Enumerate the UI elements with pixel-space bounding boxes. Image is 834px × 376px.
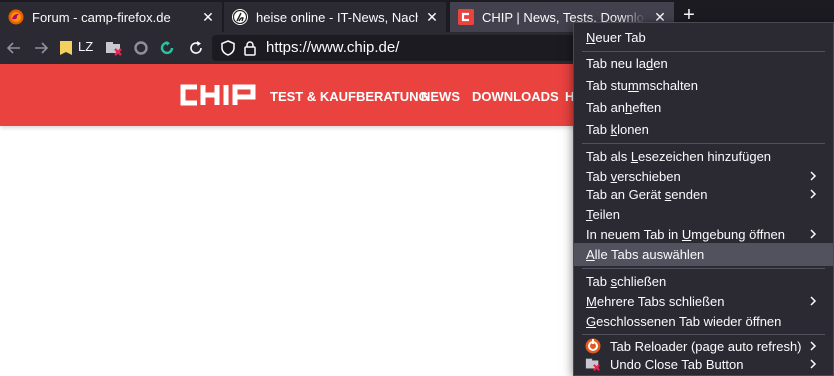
menu-item-share[interactable]: Teilen [574,204,833,224]
tab-title: heise online - IT-News, Nachrichten [256,9,418,25]
tab-reloader-icon [585,338,601,354]
extension-o-icon[interactable] [131,38,151,58]
tab-context-menu: Neuer Tab Tab neu laden Tab stummschalte… [573,22,834,376]
menu-item-close-tab[interactable]: Tab schließen [574,271,833,291]
menu-item-duplicate-tab[interactable]: Tab klonen [574,119,833,139]
chip-logo-icon [458,9,474,25]
bookmark-label[interactable]: LZ [78,39,93,54]
reload-button[interactable] [186,38,206,58]
close-icon[interactable]: ✕ [200,9,216,25]
menu-item-open-in-container[interactable]: In neuem Tab in Umgebung öffnen [574,224,833,244]
url-text[interactable]: https://www.chip.de/ [266,39,399,56]
chevron-right-icon [810,296,817,306]
heise-logo-icon [232,9,248,25]
chip-nav-news[interactable]: NEWS [421,89,460,104]
menu-item-tab-reloader[interactable]: Tab Reloader (page auto refresh) [574,336,833,356]
menu-separator [582,268,825,269]
close-icon[interactable]: ✕ [424,9,440,25]
menu-item-send-tab-to-device[interactable]: Tab an Gerät senden [574,184,833,204]
arrow-left-icon [6,42,20,54]
menu-separator [582,51,825,52]
menu-separator [582,334,825,335]
back-button[interactable] [4,38,24,58]
reload-icon [190,41,202,54]
chip-nav-test-kaufberatung[interactable]: TEST & KAUFBERATUNG [270,89,429,104]
chip-logo[interactable] [180,84,258,106]
menu-separator [582,143,825,144]
menu-item-move-tab[interactable]: Tab verschieben [574,166,833,186]
bookmark-folder-icon[interactable] [58,38,74,58]
menu-item-undo-close-tab-button[interactable]: Undo Close Tab Button [574,354,833,374]
shield-icon[interactable] [218,38,238,58]
menu-item-new-tab[interactable]: Neuer Tab [574,27,833,47]
tab-camp-firefox[interactable]: Forum - camp-firefox.de ✕ [0,2,222,32]
menu-item-select-all-tabs[interactable]: Alle Tabs auswählen [574,243,833,266]
chevron-right-icon [810,189,817,199]
green-refresh-icon[interactable] [157,38,177,58]
firefox-logo-icon [8,9,24,25]
undo-close-tab-icon [585,358,600,371]
tab-title: Forum - camp-firefox.de [32,9,171,25]
arrow-right-icon [35,42,49,54]
forward-button[interactable] [31,38,51,58]
chevron-right-icon [810,341,817,351]
menu-item-close-multiple-tabs[interactable]: Mehrere Tabs schließen [574,291,833,311]
chevron-right-icon [810,171,817,181]
chevron-right-icon [810,229,817,239]
undo-close-tab-icon[interactable] [104,38,124,58]
menu-item-mute-tab[interactable]: Tab stummschalten [574,75,833,95]
menu-item-reopen-closed-tab[interactable]: Geschlossenen Tab wieder öffnen [574,311,833,331]
chip-nav-downloads[interactable]: DOWNLOADS [472,89,559,104]
lock-icon[interactable] [240,38,260,58]
chevron-right-icon [810,359,817,369]
menu-item-reload-tab[interactable]: Tab neu laden [574,53,833,73]
menu-item-pin-tab[interactable]: Tab anheften [574,97,833,117]
menu-item-bookmark-tab[interactable]: Tab als Lesezeichen hinzufügen [574,146,833,166]
tab-heise[interactable]: heise online - IT-News, Nachrichten ✕ [224,2,446,32]
